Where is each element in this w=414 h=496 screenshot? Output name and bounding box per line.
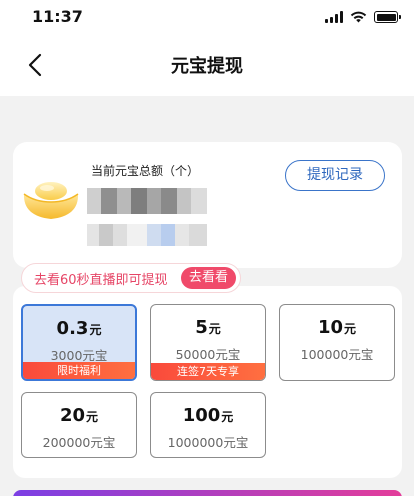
bottom-banner <box>13 490 402 496</box>
option-20-yuan[interactable]: 20元 200000元宝 <box>21 392 137 458</box>
gold-ingot-icon <box>23 182 79 219</box>
page-title: 元宝提现 <box>171 56 243 77</box>
option-coins: 100000元宝 <box>300 347 374 362</box>
go-watch-button[interactable]: 去看看 <box>180 267 236 289</box>
option-0-3-yuan[interactable]: 0.3元 3000元宝 限时福利 <box>21 304 137 381</box>
cellular-signal-icon <box>325 11 343 23</box>
option-coins: 50000元宝 <box>175 347 241 362</box>
option-amount: 10元 <box>317 317 357 338</box>
balance-detail-blurred <box>87 224 221 246</box>
withdraw-history-button[interactable]: 提现记录 <box>285 160 385 191</box>
nav-bar: 元宝提现 <box>0 34 414 96</box>
option-5-yuan[interactable]: 5元 50000元宝 连签7天专享 <box>150 304 266 381</box>
option-coins: 1000000元宝 <box>167 435 249 450</box>
wifi-icon <box>350 11 367 23</box>
option-10-yuan[interactable]: 10元 100000元宝 <box>279 304 395 381</box>
option-amount: 100元 <box>182 405 234 426</box>
withdraw-options-card: 0.3元 3000元宝 限时福利 5元 50000元宝 连签7天专享 10元 1… <box>13 286 402 478</box>
tip-text: 去看60秒直播即可提现 <box>34 272 168 288</box>
option-tag: 限时福利 <box>23 362 135 379</box>
balance-label: 当前元宝总额（个） <box>91 164 200 178</box>
live-watch-tip: 去看60秒直播即可提现 去看看 <box>21 263 241 293</box>
option-tag: 连签7天专享 <box>151 363 265 380</box>
option-amount: 5元 <box>195 317 221 338</box>
option-coins: 200000元宝 <box>42 435 116 450</box>
balance-card: 当前元宝总额（个） 提现记录 <box>13 142 402 268</box>
balance-value-blurred <box>87 188 207 214</box>
status-bar: 11:37 <box>0 0 414 34</box>
status-icons <box>325 10 401 24</box>
option-100-yuan[interactable]: 100元 1000000元宝 <box>150 392 266 458</box>
battery-icon <box>374 11 401 23</box>
status-time: 11:37 <box>32 7 83 26</box>
option-amount: 20元 <box>59 405 99 426</box>
option-amount: 0.3元 <box>56 318 102 339</box>
